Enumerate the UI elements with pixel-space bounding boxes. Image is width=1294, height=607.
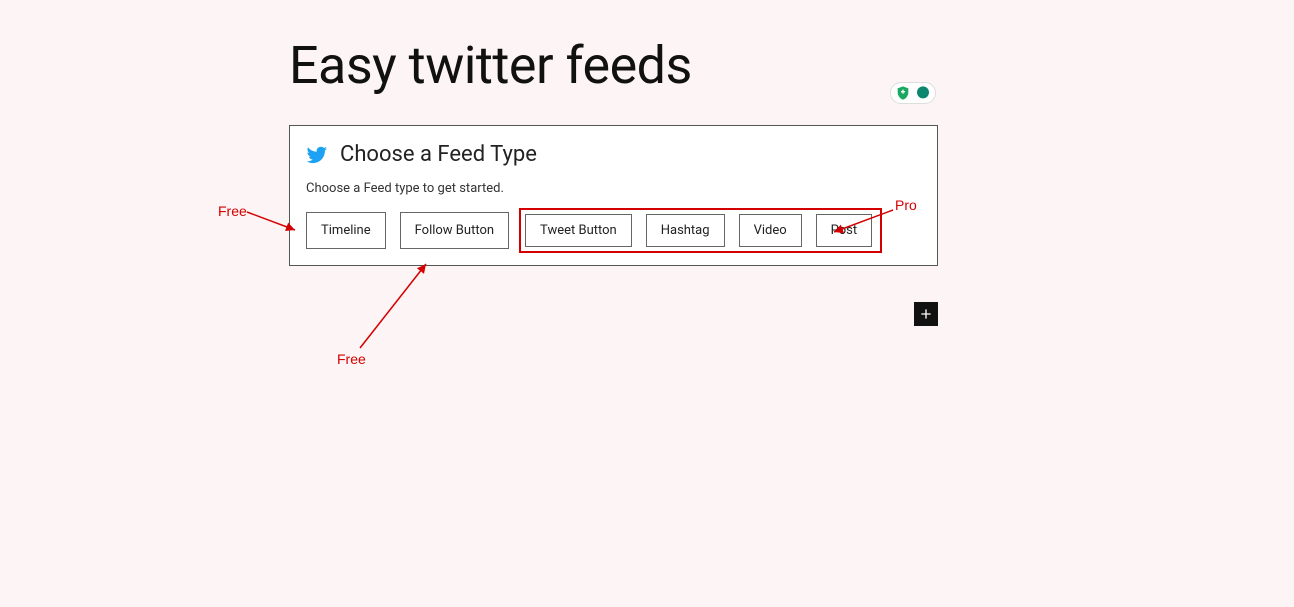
annotation-pro: Pro <box>895 197 917 213</box>
twitter-icon <box>306 144 328 166</box>
feed-btn-post[interactable]: Post <box>816 214 873 247</box>
feed-btn-hashtag[interactable]: Hashtag <box>646 214 725 247</box>
panel-header: Choose a Feed Type <box>306 142 921 167</box>
header-icon-group <box>890 82 936 104</box>
annotation-free-bottom: Free <box>337 351 366 367</box>
feed-btn-timeline[interactable]: Timeline <box>306 212 386 249</box>
shield-icon[interactable] <box>894 84 912 102</box>
panel-title: Choose a Feed Type <box>340 142 537 167</box>
feed-buttons-row: Timeline Follow Button Tweet Button Hash… <box>306 212 921 249</box>
add-block-button[interactable] <box>914 302 938 326</box>
page-title: Easy twitter feeds <box>289 35 692 96</box>
arrow-free-bottom <box>358 258 438 353</box>
annotation-free-top: Free <box>218 203 247 219</box>
pro-buttons-group: Tweet Button Hashtag Video Post <box>519 208 882 253</box>
feed-btn-tweet[interactable]: Tweet Button <box>525 214 632 247</box>
feed-type-panel: Choose a Feed Type Choose a Feed type to… <box>289 125 938 266</box>
feed-btn-follow[interactable]: Follow Button <box>400 212 509 249</box>
panel-subtitle: Choose a Feed type to get started. <box>306 181 921 196</box>
feed-btn-video[interactable]: Video <box>739 214 802 247</box>
chat-icon[interactable] <box>914 84 932 102</box>
